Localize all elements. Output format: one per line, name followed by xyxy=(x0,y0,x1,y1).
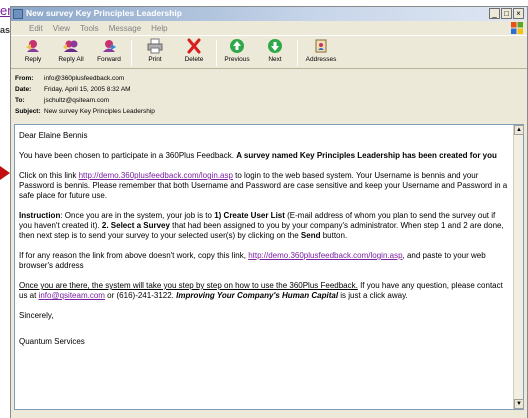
menu-bar: Edit View Tools Message Help xyxy=(11,21,527,35)
intro-text: You have been chosen to participate in a… xyxy=(19,151,237,160)
close-button[interactable]: × xyxy=(513,8,524,19)
arrow-down-icon xyxy=(268,39,282,53)
reply-all-icon xyxy=(63,40,78,52)
instruction-step1: 1) Create User List xyxy=(214,211,285,220)
header-subject: Subject: New survey Key Principles Leade… xyxy=(15,106,527,117)
paragraph-intro: You have been chosen to participate in a… xyxy=(19,151,509,161)
toolbar-separator xyxy=(131,40,132,66)
fallback-text-a: If for any reason the link from above do… xyxy=(19,251,249,260)
delete-label: Delete xyxy=(184,56,204,63)
login-text-a: Click on this link xyxy=(19,171,79,180)
window-controls: _ □ × xyxy=(489,8,524,19)
from-label: From: xyxy=(15,75,34,82)
print-button[interactable]: Print xyxy=(135,38,175,68)
instruction-text-g: button. xyxy=(320,231,348,240)
minimize-button[interactable]: _ xyxy=(489,8,500,19)
scroll-down-icon[interactable]: ▼ xyxy=(514,399,524,409)
windows-logo-icon xyxy=(511,22,523,34)
date-label: Date: xyxy=(15,86,32,93)
survey-name-text: A survey named Key Principles Leadership… xyxy=(236,151,497,160)
to-value: jschultz@qsiteam.com xyxy=(44,97,110,104)
message-headers: From: info@360plusfeedback.com Date: Fri… xyxy=(11,70,527,122)
forward-icon xyxy=(103,40,116,52)
toolbar-separator xyxy=(297,40,298,66)
contact-email-link[interactable]: info@qsiteam.com xyxy=(39,291,105,300)
reply-button[interactable]: Reply xyxy=(13,38,53,68)
status-bar xyxy=(11,411,527,418)
greeting-text: Dear Elaine Bennis xyxy=(19,131,88,140)
instruction-label: Instruction xyxy=(19,211,61,220)
to-label: To: xyxy=(15,97,25,104)
reply-label: Reply xyxy=(24,56,42,63)
print-label: Print xyxy=(148,56,162,63)
message-body: Dear Elaine Bennis You have been chosen … xyxy=(15,125,513,409)
address-book-icon xyxy=(315,39,327,53)
contact-text-a: Once you are there, the system will take… xyxy=(19,281,358,290)
header-to: To: jschultz@qsiteam.com xyxy=(15,95,527,106)
menu-edit[interactable]: Edit xyxy=(29,24,43,33)
date-value: Friday, April 15, 2005 8:32 AM xyxy=(44,86,131,93)
envelope-icon xyxy=(13,9,23,19)
instruction-text-a: : Once you are in the system, your job i… xyxy=(60,211,215,220)
paragraph-contact: Once you are there, the system will take… xyxy=(19,281,509,301)
forward-button[interactable]: Forward xyxy=(89,38,129,68)
delete-x-icon xyxy=(187,38,201,54)
forward-label: Forward xyxy=(97,56,121,63)
menu-message[interactable]: Message xyxy=(109,24,141,33)
next-label: Next xyxy=(268,56,282,63)
addresses-button[interactable]: Addresses xyxy=(301,38,341,68)
reply-all-button[interactable]: Reply All xyxy=(51,38,91,68)
previous-button[interactable]: Previous xyxy=(217,38,257,68)
toolbar: Reply Reply All Forward Print Delete Pre… xyxy=(11,35,527,69)
greeting: Dear Elaine Bennis xyxy=(19,131,509,141)
closing: Sincerely, xyxy=(19,311,509,321)
pointer-arrow-icon xyxy=(0,166,10,180)
window-title: New survey Key Principles Leadership xyxy=(26,8,182,18)
subject-label: Subject: xyxy=(15,108,41,115)
menu-view[interactable]: View xyxy=(53,24,70,33)
vertical-scrollbar[interactable]: ▲ ▼ xyxy=(513,125,524,409)
signature: Quantum Services xyxy=(19,337,509,347)
closing-text: Sincerely, xyxy=(19,311,54,320)
printer-icon xyxy=(147,38,163,54)
contact-text-e: is just a click away. xyxy=(338,291,408,300)
next-button[interactable]: Next xyxy=(255,38,295,68)
tagline-text: Improving Your Company's Human Capital xyxy=(176,291,339,300)
arrow-up-icon xyxy=(230,39,244,53)
previous-label: Previous xyxy=(224,56,250,63)
title-bar[interactable]: New survey Key Principles Leadership _ □… xyxy=(11,7,527,21)
subject-value: New survey Key Principles Leadership xyxy=(44,108,155,115)
reply-all-label: Reply All xyxy=(58,56,84,63)
maximize-button[interactable]: □ xyxy=(501,8,512,19)
paragraph-fallback: If for any reason the link from above do… xyxy=(19,251,509,271)
delete-button[interactable]: Delete xyxy=(174,38,214,68)
signature-text: Quantum Services xyxy=(19,337,85,346)
login-link[interactable]: http://demo.360plusfeedback.com/login.as… xyxy=(79,171,233,180)
header-date: Date: Friday, April 15, 2005 8:32 AM xyxy=(15,84,527,95)
contact-text-c: or (616)-241-3122. xyxy=(104,291,177,300)
menu-tools[interactable]: Tools xyxy=(80,24,99,33)
reply-icon xyxy=(26,40,39,52)
addresses-label: Addresses xyxy=(305,56,337,63)
paragraph-instruction: Instruction: Once you are in the system,… xyxy=(19,211,509,241)
fallback-link[interactable]: http://demo.360plusfeedback.com/login.as… xyxy=(248,251,402,260)
paragraph-login: Click on this link http://demo.360plusfe… xyxy=(19,171,509,201)
email-window: New survey Key Principles Leadership _ □… xyxy=(10,6,528,418)
message-body-pane[interactable]: Dear Elaine Bennis You have been chosen … xyxy=(14,124,524,410)
menu-help[interactable]: Help xyxy=(151,24,167,33)
instruction-step2: 2. Select a Survey xyxy=(101,221,170,230)
from-value: info@360plusfeedback.com xyxy=(44,75,125,82)
header-from: From: info@360plusfeedback.com xyxy=(15,73,527,84)
instruction-send: Send xyxy=(300,231,321,240)
scroll-up-icon[interactable]: ▲ xyxy=(514,125,524,135)
